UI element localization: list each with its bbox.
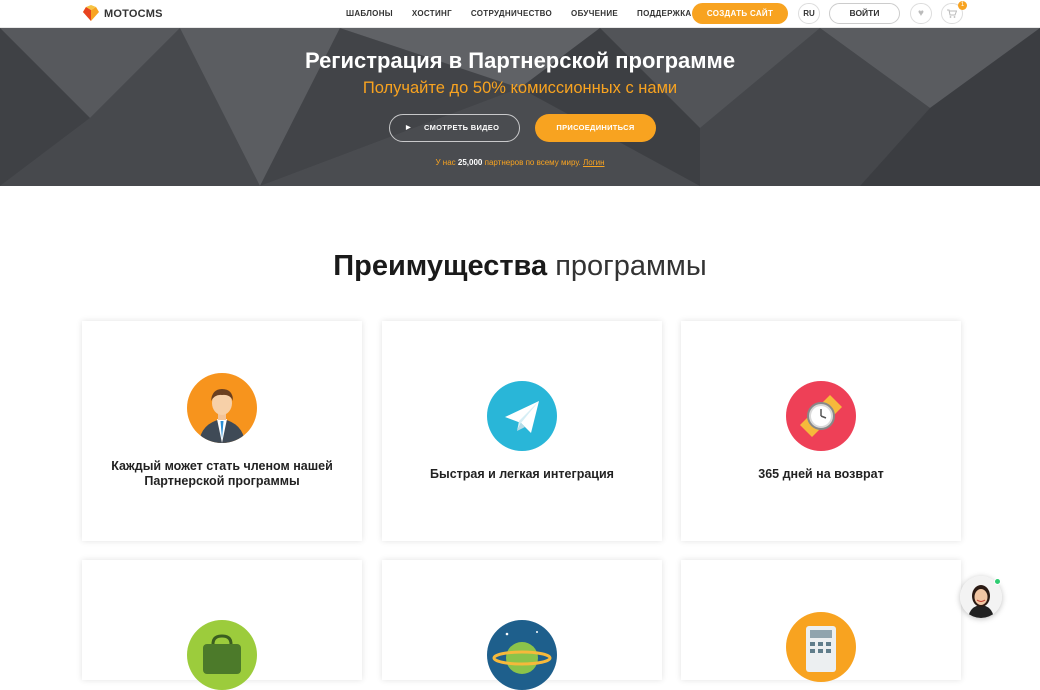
advantage-card-text: 365 дней на возврат: [758, 467, 884, 481]
advantage-card-text: Каждый может стать членом нашей Партнерс…: [111, 459, 333, 488]
hero-title: Регистрация в Партнерской программе: [304, 48, 736, 73]
calculator-icon: [786, 612, 856, 682]
create-site-button[interactable]: СОЗДАТЬ САЙТ: [692, 3, 788, 24]
hero-subtitle: Получайте до 50% комиссионных с нами: [362, 79, 678, 97]
online-status-dot: [994, 578, 1001, 585]
nav-support[interactable]: ПОДДЕРЖКА: [637, 9, 691, 18]
advantage-card: 365 дней на возврат: [681, 321, 961, 541]
main-nav: ШАБЛОНЫ ХОСТИНГ СОТРУДНИЧЕСТВО ОБУЧЕНИЕ …: [346, 9, 710, 18]
hero-banner: Регистрация в Партнерской программе Полу…: [0, 28, 1040, 186]
play-icon: ▶: [406, 125, 411, 131]
watch-video-label: СМОТРЕТЬ ВИДЕО: [424, 123, 500, 132]
cart-count-badge: 1: [958, 1, 967, 10]
advantages-title: Преимущества программы: [0, 250, 1040, 283]
nav-templates[interactable]: ШАБЛОНЫ: [346, 9, 393, 18]
heart-icon: ♥: [918, 8, 924, 19]
partners-info: У нас 25,000 партнеров по всему миру. Ло…: [0, 158, 1040, 167]
advantages-title-light: программы: [555, 250, 707, 282]
login-link[interactable]: Логин: [583, 158, 605, 167]
language-selector[interactable]: RU: [798, 3, 820, 24]
advantage-card: Быстрая и легкая интеграция: [382, 321, 662, 541]
advantage-card: [82, 560, 362, 690]
wishlist-button[interactable]: ♥: [910, 3, 932, 24]
nav-education[interactable]: ОБУЧЕНИЕ: [571, 9, 618, 18]
wallet-icon: [187, 620, 257, 690]
nav-hosting[interactable]: ХОСТИНГ: [412, 9, 452, 18]
site-header: MOTOCMS ШАБЛОНЫ ХОСТИНГ СОТРУДНИЧЕСТВО О…: [0, 0, 1040, 28]
watch-video-button[interactable]: ▶ СМОТРЕТЬ ВИДЕО: [389, 114, 520, 142]
logo-icon: [83, 5, 99, 21]
logo[interactable]: MOTOCMS: [82, 5, 163, 22]
advantage-card: [382, 560, 662, 690]
advantage-card: [681, 560, 961, 682]
join-button[interactable]: ПРИСОЕДИНИТЬСЯ: [535, 114, 656, 142]
advantage-card: Каждый может стать членом нашей Партнерс…: [82, 321, 362, 541]
paper-plane-icon: [487, 381, 557, 451]
watch-icon: [786, 381, 856, 451]
advantages-title-strong: Преимущества: [333, 250, 548, 282]
person-icon: [187, 373, 257, 443]
partners-prefix: У нас: [435, 158, 456, 167]
partners-suffix: партнеров по всему миру.: [484, 158, 581, 167]
planet-icon: [487, 620, 557, 690]
cart-icon: [947, 9, 958, 18]
logo-text: MOTOCMS: [104, 7, 163, 20]
partners-count: 25,000: [457, 158, 483, 167]
advantage-card-text: Быстрая и легкая интеграция: [430, 467, 614, 481]
nav-partnership[interactable]: СОТРУДНИЧЕСТВО: [471, 9, 552, 18]
login-button[interactable]: ВОЙТИ: [829, 3, 900, 24]
